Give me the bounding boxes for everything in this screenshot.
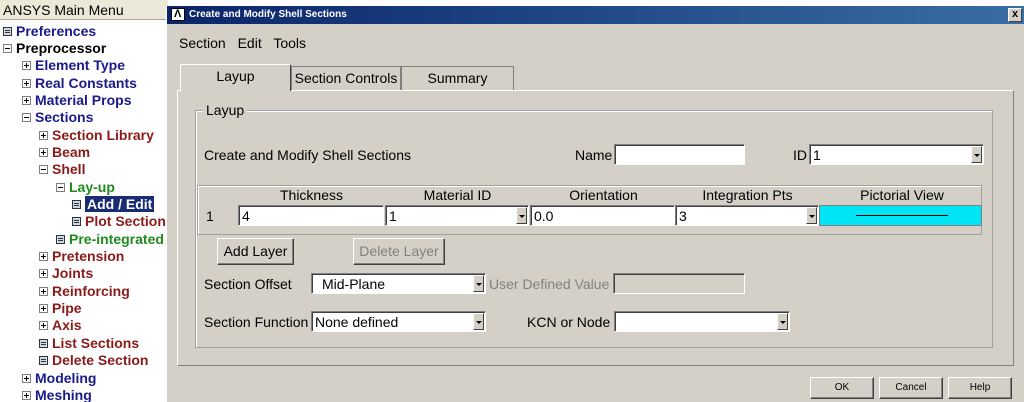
col-orientation: Orientation xyxy=(569,187,638,203)
tree-item-joints[interactable]: Joints xyxy=(39,265,93,282)
doc-icon xyxy=(72,200,81,209)
chevron-down-icon[interactable] xyxy=(516,207,527,224)
delete-layer-button[interactable]: Delete Layer xyxy=(353,238,445,265)
section-offset-label: Section Offset xyxy=(204,276,292,292)
tree-item-section-library[interactable]: Section Library xyxy=(39,127,154,144)
tree-item-delete-section[interactable]: Delete Section xyxy=(39,352,148,369)
help-button[interactable]: Help xyxy=(948,377,1012,399)
col-material-id: Material ID xyxy=(423,187,492,203)
layer-thickness-line xyxy=(856,215,948,216)
tree-item-axis[interactable]: Axis xyxy=(39,317,82,334)
main-menu-tree: ANSYS Main Menu Preferences Preprocessor… xyxy=(0,0,168,402)
name-input[interactable] xyxy=(614,144,745,165)
section-offset-select[interactable]: Mid-Plane xyxy=(311,273,486,294)
dialog-heading: Create and Modify Shell Sections xyxy=(204,147,411,163)
shell-sections-dialog: Create and Modify Shell Sections x Secti… xyxy=(166,6,1024,402)
doc-icon xyxy=(39,356,48,365)
tree-item-preferences[interactable]: Preferences xyxy=(3,23,96,40)
minus-icon[interactable] xyxy=(56,183,65,192)
dialog-title: Create and Modify Shell Sections xyxy=(189,9,347,20)
col-integration-pts: Integration Pts xyxy=(702,187,793,203)
plus-icon[interactable] xyxy=(39,269,48,278)
tree-item-shell[interactable]: Shell xyxy=(39,161,85,178)
plus-icon[interactable] xyxy=(22,61,31,70)
material-id-select[interactable]: 1 xyxy=(385,205,529,226)
plus-icon[interactable] xyxy=(39,148,48,157)
doc-icon xyxy=(72,217,81,226)
tree-item-modeling[interactable]: Modeling xyxy=(22,370,96,387)
tree-item-preprocessor[interactable]: Preprocessor xyxy=(3,40,106,57)
chevron-down-icon[interactable] xyxy=(473,275,484,292)
layer-row-number: 1 xyxy=(206,208,214,224)
col-thickness: Thickness xyxy=(279,187,344,203)
tree-item-real-constants[interactable]: Real Constants xyxy=(22,75,137,92)
plus-icon[interactable] xyxy=(22,374,31,383)
plus-icon[interactable] xyxy=(39,304,48,313)
plus-icon[interactable] xyxy=(39,252,48,261)
plus-icon[interactable] xyxy=(22,79,31,88)
tree-item-element-type[interactable]: Element Type xyxy=(22,57,125,74)
user-defined-value-label: User Defined Value xyxy=(489,276,610,292)
chevron-down-icon[interactable] xyxy=(473,313,484,330)
tree-item-pretension[interactable]: Pretension xyxy=(39,248,124,265)
id-label: ID xyxy=(793,147,807,163)
dialog-titlebar[interactable]: Create and Modify Shell Sections x xyxy=(167,6,1024,24)
doc-icon xyxy=(39,339,48,348)
tree-item-sections[interactable]: Sections xyxy=(22,109,93,126)
ansys-logo-icon xyxy=(171,8,185,21)
ok-button[interactable]: OK xyxy=(810,377,874,399)
tree-item-meshing[interactable]: Meshing xyxy=(22,387,92,402)
tab-section-controls[interactable]: Section Controls xyxy=(291,66,401,90)
id-select[interactable]: 1 xyxy=(809,144,984,165)
section-function-select[interactable]: None defined xyxy=(311,311,486,332)
plus-icon[interactable] xyxy=(39,321,48,330)
tree-item-beam[interactable]: Beam xyxy=(39,144,90,161)
tree-item-list-sections[interactable]: List Sections xyxy=(39,335,139,352)
add-layer-button[interactable]: Add Layer xyxy=(217,238,294,265)
menu-section[interactable]: Section xyxy=(179,35,226,51)
name-label: Name xyxy=(575,147,613,163)
plus-icon[interactable] xyxy=(39,131,48,140)
minus-icon[interactable] xyxy=(22,113,31,122)
main-menu-title: ANSYS Main Menu xyxy=(0,0,168,20)
doc-icon xyxy=(56,235,65,244)
tree-item-add-edit[interactable]: Add / Edit xyxy=(72,196,155,213)
minus-icon[interactable] xyxy=(3,44,12,53)
orientation-input[interactable]: 0.0 xyxy=(530,205,675,226)
close-button[interactable]: x xyxy=(1008,8,1022,22)
col-pictorial-view: Pictorial View xyxy=(860,187,944,203)
tree-item-plot-section[interactable]: Plot Section xyxy=(72,213,166,230)
cancel-button[interactable]: Cancel xyxy=(879,377,943,399)
tree-item-reinforcing[interactable]: Reinforcing xyxy=(39,283,130,300)
minus-icon[interactable] xyxy=(39,165,48,174)
kcn-or-node-select[interactable] xyxy=(614,311,790,332)
plus-icon[interactable] xyxy=(22,391,31,400)
plus-icon[interactable] xyxy=(39,287,48,296)
kcn-or-node-label: KCN or Node xyxy=(527,314,611,330)
tab-summary[interactable]: Summary xyxy=(401,66,514,90)
plus-icon[interactable] xyxy=(22,96,31,105)
tree-item-pipe[interactable]: Pipe xyxy=(39,300,82,317)
tree-item-pre-integrated[interactable]: Pre-integrated xyxy=(56,231,164,248)
integration-pts-select[interactable]: 3 xyxy=(675,205,819,226)
chevron-down-icon[interactable] xyxy=(971,146,982,163)
tab-layup[interactable]: Layup xyxy=(180,64,291,91)
chevron-down-icon[interactable] xyxy=(777,313,788,330)
section-function-label: Section Function xyxy=(204,314,309,330)
chevron-down-icon[interactable] xyxy=(806,207,817,224)
doc-icon xyxy=(3,27,12,36)
tree-item-material-props[interactable]: Material Props xyxy=(22,92,131,109)
tree-item-lay-up[interactable]: Lay-up xyxy=(56,179,115,196)
pictorial-view-cell xyxy=(819,205,982,226)
layup-group-label: Layup xyxy=(203,102,248,118)
menu-edit[interactable]: Edit xyxy=(238,35,262,51)
dialog-menubar: Section Edit Tools xyxy=(179,35,314,51)
menu-tools[interactable]: Tools xyxy=(273,35,306,51)
thickness-input[interactable]: 4 xyxy=(238,205,384,226)
user-defined-value-input[interactable] xyxy=(613,273,745,294)
